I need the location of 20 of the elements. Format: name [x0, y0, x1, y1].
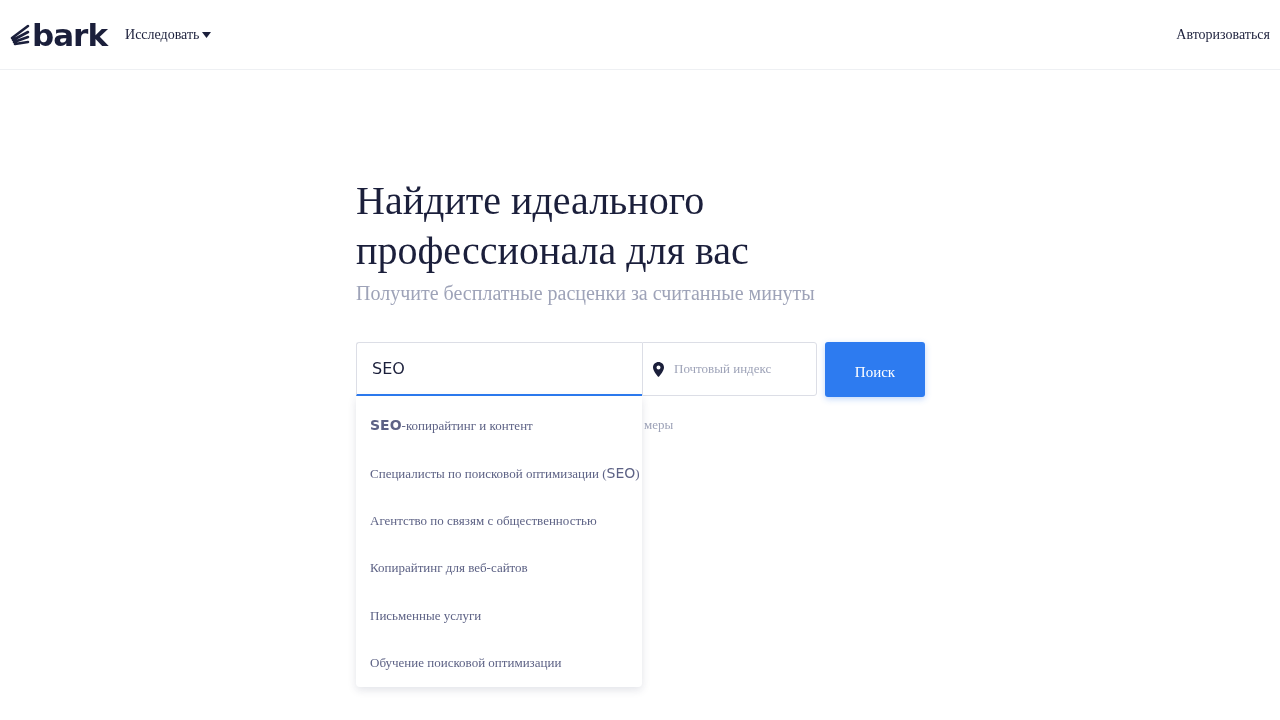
login-link[interactable]: Авторизоваться	[1176, 26, 1270, 43]
hint-text: меры	[644, 417, 674, 432]
location-pin-icon	[653, 361, 664, 377]
caret-icon	[202, 31, 212, 38]
logo-wordmark: bark	[32, 16, 107, 53]
postcode-field[interactable]: Почтовый индекс	[642, 342, 817, 396]
suggestion-item[interactable]: Обучение поисковой оптимизации	[356, 639, 642, 687]
suggestion-item[interactable]: Письменные услуги	[356, 592, 642, 640]
service-input-field[interactable]: SEO	[370, 358, 642, 379]
hero-subtitle: Получите бесплатные расценки за считанные минуты	[356, 282, 816, 305]
suggestion-item[interactable]: Агентство по связям с общественностью	[356, 497, 642, 545]
logo[interactable]: bark	[10, 16, 107, 53]
hero-title: Найдите идеального профессионала для вас	[356, 177, 750, 275]
postcode-input-field[interactable]: Почтовый индекс	[672, 360, 806, 378]
logo-icon	[10, 23, 30, 46]
search-button[interactable]: Поиск	[825, 342, 925, 397]
suggestion-item[interactable]: Специалисты по поисковой оптимизации (SEO)	[356, 449, 642, 497]
suggestion-item[interactable]: SEO-копирайтинг и контент	[356, 402, 642, 450]
suggestion-item[interactable]: Копирайтинг для веб-сайтов	[356, 544, 642, 592]
explore-menu[interactable]: Исследовать	[125, 26, 212, 43]
